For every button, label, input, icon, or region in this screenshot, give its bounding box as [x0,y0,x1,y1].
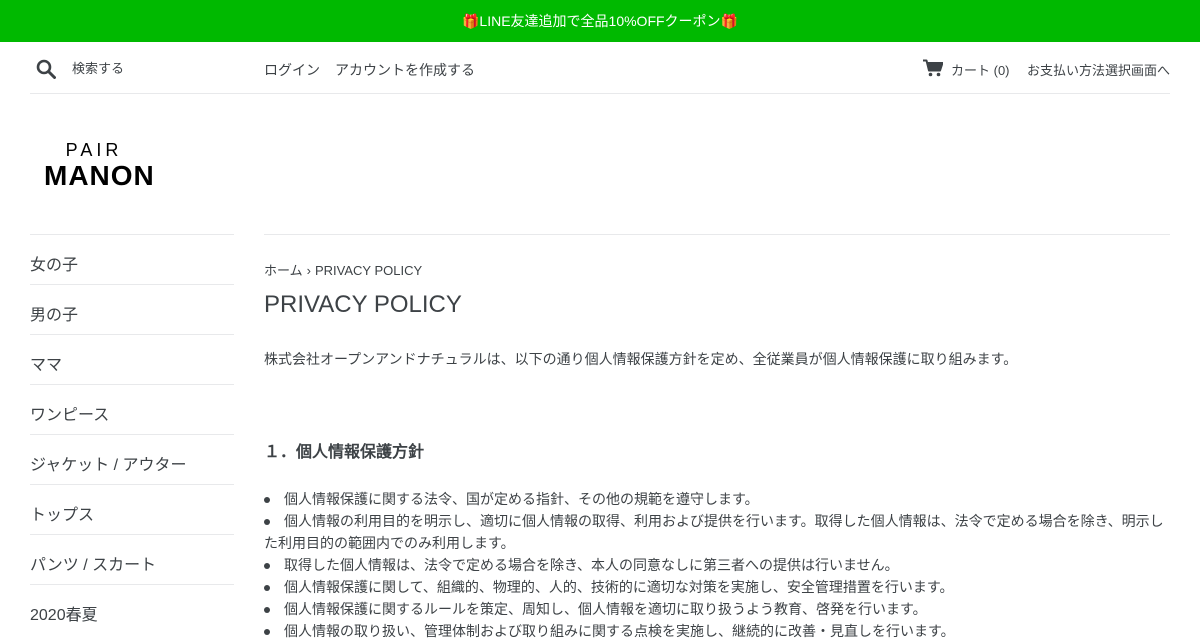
cart-link[interactable]: カート (0) [951,60,1010,79]
page-title: PRIVACY POLICY [264,291,462,318]
list-item: 個人情報の利用目的を明示し、適切に個人情報の取得、利用および提供を行います。取得… [264,510,1170,554]
sidebar-item-girls[interactable]: 女の子 [30,234,234,284]
sidebar-item-jacket-outer[interactable]: ジャケット / アウター [30,434,234,484]
sidebar-item-mama[interactable]: ママ [30,334,234,384]
site-header: ログイン アカウントを作成する カート (0) お支払い方法選択画面へ [30,42,1170,94]
announcement-bar[interactable]: 🎁LINE友達追加で全品10%OFFクーポン🎁 [0,0,1200,42]
announcement-text[interactable]: 🎁LINE友達追加で全品10%OFFクーポン🎁 [462,11,738,31]
breadcrumb-current: PRIVACY POLICY [314,263,423,278]
main-content: ホーム › PRIVACY POLICY PRIVACY POLICY 株式会社オー… [264,234,1170,639]
sidebar-item-onepiece[interactable]: ワンピース [30,384,234,434]
list-item: 個人情報保護に関して、組織的、物理的、人的、技術的に適切な対策を実施し、安全管理… [264,576,1170,598]
list-item: 個人情報の取り扱い、管理体制および取り組みに関する点検を実施し、継続的に改善・見… [264,620,1170,642]
cart-icon[interactable] [923,59,944,77]
logo-top-text: PAIR [65,140,123,160]
payment-method-link[interactable]: お支払い方法選択画面へ [1027,60,1170,79]
breadcrumb-separator: › [306,263,311,278]
sidebar-item-tops[interactable]: トップス [30,484,234,534]
search-input[interactable] [72,57,252,79]
logo-main-text: MANON [44,160,155,191]
search-icon[interactable] [36,59,56,79]
list-item: 個人情報保護に関する法令、国が定める指針、その他の規範を遵守します。 [264,488,1170,510]
sidebar-nav: 女の子 男の子 ママ ワンピース ジャケット / アウター トップス パンツ /… [30,234,234,634]
login-link[interactable]: ログイン [264,60,320,80]
breadcrumb-home[interactable]: ホーム [264,263,303,278]
breadcrumb: ホーム › PRIVACY POLICY [264,260,422,279]
section-heading: １．個人情報保護方針 [264,444,425,461]
sidebar-item-pants-skirt[interactable]: パンツ / スカート [30,534,234,584]
policy-list: 個人情報保護に関する法令、国が定める指針、その他の規範を遵守します。 個人情報の… [264,488,1170,642]
list-item: 個人情報保護に関するルールを策定、周知し、個人情報を適切に取り扱うよう教育、啓発… [264,598,1170,620]
intro-paragraph: 株式会社オープンアンドナチュラルは、以下の通り個人情報保護方針を定め、全従業員が… [264,351,1018,367]
sidebar-item-2020-ss[interactable]: 2020春夏 [30,584,234,634]
list-item: 取得した個人情報は、法令で定める場合を除き、本人の同意なしに第三者への提供は行い… [264,554,1170,576]
create-account-link[interactable]: アカウントを作成する [335,60,475,80]
sidebar-item-boys[interactable]: 男の子 [30,284,234,334]
site-logo[interactable]: PAIR MANON [44,140,168,192]
